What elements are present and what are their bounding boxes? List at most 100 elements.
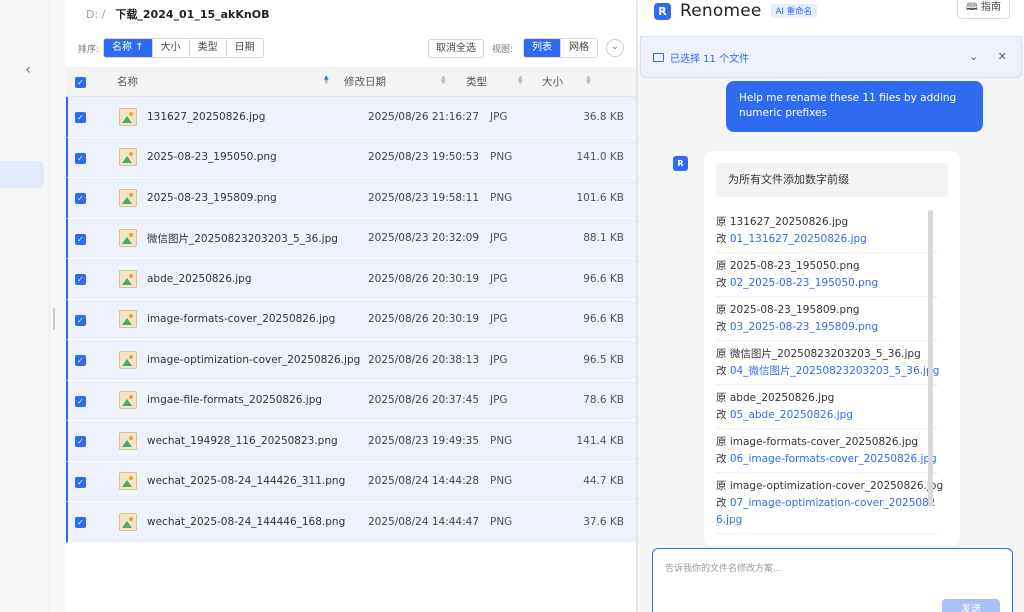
table-row[interactable]: ✓ wechat_194928_116_20250823.png 2025/08… bbox=[66, 421, 636, 462]
view-grid-button[interactable]: 网格 bbox=[561, 39, 597, 57]
list-item: 原 image-optimization-cover_20250826.jpg … bbox=[716, 475, 943, 534]
new-name: 01_131627_20250826.jpg bbox=[729, 233, 867, 245]
row-checkbox[interactable]: ✓ bbox=[75, 517, 86, 529]
file-name: wechat_2025-08-24_144446_168.png bbox=[147, 515, 346, 528]
list-item: 原 image-formats-cover_20250826.jpg 改 06_… bbox=[716, 431, 938, 473]
file-name: 2025-08-23_195050.png bbox=[147, 151, 277, 164]
table-row[interactable]: ✓ abde_20250826.jpg 2025/08/26 20:30:19 … bbox=[66, 259, 636, 300]
col-header-type[interactable]: 类型 ▲ ▼ bbox=[466, 74, 542, 89]
image-file-icon bbox=[119, 391, 137, 410]
col-header-name[interactable]: 名称 ▲ ▼ bbox=[92, 74, 344, 89]
row-checkbox[interactable]: ✓ bbox=[75, 274, 86, 286]
file-size: 96.6 KB bbox=[583, 272, 624, 285]
sort-arrows-icon: ▲ ▼ bbox=[586, 74, 591, 86]
rail-active-item[interactable] bbox=[0, 161, 44, 188]
assistant-response-card: 为所有文件添加数字前缀 原 131627_20250826.jpg 改 01_1… bbox=[704, 151, 960, 546]
guide-button[interactable]: 🕮 指南 bbox=[957, 0, 1010, 19]
list-item: 原 2025-08-23_195050.png 改 02_2025-08-23_… bbox=[716, 255, 938, 297]
file-size: 44.7 KB bbox=[583, 475, 624, 488]
toolbar: 排序: 名称 ↑ 大小 类型 日期 取消全选 视图: 列表 网格 ⌄ bbox=[66, 37, 636, 59]
view-list-button[interactable]: 列表 bbox=[524, 39, 561, 57]
send-button[interactable]: 发送 bbox=[942, 599, 1000, 612]
sort-arrows-icon: ▲ ▼ bbox=[324, 74, 329, 86]
original-name: 2025-08-23_195050.png bbox=[729, 260, 860, 272]
file-panel: D: / 下载_2024_01_15_akKnOB 排序: 名称 ↑ 大小 类型… bbox=[66, 0, 636, 612]
table-row[interactable]: ✓ wechat_2025-08-24_144426_311.png 2025/… bbox=[66, 461, 636, 502]
sort-by-size-button[interactable]: 大小 bbox=[152, 39, 190, 57]
file-date: 2025/08/26 21:16:27 bbox=[368, 110, 480, 123]
close-icon[interactable]: ✕ bbox=[998, 50, 1007, 63]
row-checkbox[interactable]: ✓ bbox=[75, 112, 86, 124]
new-name: 06_image-formats-cover_20250826.jpg bbox=[729, 453, 937, 465]
assistant-header: R Renomee AI 重命名 🕮 指南 bbox=[638, 0, 1024, 22]
book-icon: 🕮 bbox=[966, 2, 981, 13]
rename-preview-list: 原 131627_20250826.jpg 改 01_131627_202508… bbox=[716, 211, 943, 536]
table-row[interactable]: ✓ wechat_2025-08-24_144446_168.png 2025/… bbox=[66, 502, 636, 543]
row-checkbox[interactable]: ✓ bbox=[75, 436, 86, 448]
response-title: 为所有文件添加数字前缀 bbox=[716, 163, 948, 197]
app-logo: R bbox=[654, 2, 671, 20]
row-checkbox[interactable]: ✓ bbox=[75, 193, 86, 205]
chat-input[interactable]: 告诉我你的文件名修改方案... 发送 bbox=[652, 548, 1013, 612]
sort-by-date-button[interactable]: 日期 bbox=[226, 39, 263, 57]
row-checkbox[interactable]: ✓ bbox=[75, 395, 86, 407]
file-name: 131627_20250826.jpg bbox=[147, 110, 266, 123]
sort-by-name-button[interactable]: 名称 ↑ bbox=[104, 39, 153, 57]
table-row[interactable]: ✓ image-formats-cover_20250826.jpg 2025/… bbox=[66, 299, 636, 340]
original-name: 2025-08-23_195809.png bbox=[729, 304, 860, 316]
table-row[interactable]: ✓ 131627_20250826.jpg 2025/08/26 21:16:2… bbox=[66, 97, 636, 138]
file-date: 2025/08/26 20:30:19 bbox=[368, 272, 480, 285]
image-file-icon bbox=[119, 512, 137, 531]
row-checkbox[interactable]: ✓ bbox=[75, 152, 86, 164]
breadcrumb-drive[interactable]: D: / bbox=[86, 8, 105, 21]
file-date: 2025/08/26 20:38:13 bbox=[368, 353, 480, 366]
file-table-body: ✓ 131627_20250826.jpg 2025/08/26 21:16:2… bbox=[66, 97, 636, 543]
original-name: 微信图片_20250823203203_5_36.jpg bbox=[729, 348, 921, 360]
selection-count: 已选择 11 个文件 bbox=[670, 53, 750, 65]
image-file-icon bbox=[119, 269, 137, 288]
file-name: 微信图片_20250823203203_5_36.jpg bbox=[147, 232, 338, 245]
breadcrumb: D: / 下载_2024_01_15_akKnOB bbox=[66, 0, 636, 28]
file-size: 88.1 KB bbox=[583, 232, 624, 245]
collapse-chevron-icon[interactable]: ‹ bbox=[20, 62, 36, 78]
image-file-icon bbox=[119, 431, 137, 450]
select-all-checkbox[interactable]: ✓ bbox=[75, 77, 86, 88]
table-row[interactable]: ✓ image-optimization-cover_20250826.jpg … bbox=[66, 340, 636, 381]
new-name: 07_image-optimization-cover_20250826.jpg bbox=[716, 497, 936, 526]
table-row[interactable]: ✓ 微信图片_20250823203203_5_36.jpg 2025/08/2… bbox=[66, 218, 636, 259]
selection-bar: 已选择 11 个文件 ⌄ ✕ bbox=[640, 36, 1022, 78]
file-type: PNG bbox=[490, 151, 513, 164]
breadcrumb-folder[interactable]: 下载_2024_01_15_akKnOB bbox=[115, 6, 269, 22]
list-item: 原 131627_20250826.jpg 改 01_131627_202508… bbox=[716, 211, 938, 253]
image-file-icon bbox=[119, 472, 137, 491]
col-header-size[interactable]: 大小 ▲ ▼ bbox=[542, 74, 591, 89]
row-checkbox[interactable]: ✓ bbox=[75, 233, 86, 245]
image-file-icon bbox=[119, 148, 137, 167]
chevron-down-icon[interactable]: ⌄ bbox=[969, 50, 978, 63]
file-type: JPG bbox=[490, 232, 508, 245]
file-name: wechat_2025-08-24_144426_311.png bbox=[147, 475, 346, 488]
original-name: abde_20250826.jpg bbox=[729, 392, 835, 404]
file-type: PNG bbox=[490, 475, 513, 488]
sort-by-type-button[interactable]: 类型 bbox=[189, 39, 227, 57]
col-header-date[interactable]: 修改日期 ▲ ▼ bbox=[344, 74, 466, 89]
table-row[interactable]: ✓ 2025-08-23_195050.png 2025/08/23 19:50… bbox=[66, 137, 636, 178]
table-row[interactable]: ✓ imgae-file-formats_20250826.jpg 2025/0… bbox=[66, 380, 636, 421]
file-size: 37.6 KB bbox=[583, 515, 624, 528]
file-name: imgae-file-formats_20250826.jpg bbox=[147, 394, 323, 407]
row-checkbox[interactable]: ✓ bbox=[75, 355, 86, 367]
user-message: Help me rename these 11 files by adding … bbox=[726, 81, 983, 132]
resize-handle[interactable] bbox=[53, 308, 55, 330]
view-segment: 列表 网格 bbox=[523, 38, 598, 58]
row-checkbox[interactable]: ✓ bbox=[75, 476, 86, 488]
deselect-all-button[interactable]: 取消全选 bbox=[427, 38, 484, 58]
table-row[interactable]: ✓ 2025-08-23_195809.png 2025/08/23 19:58… bbox=[66, 178, 636, 219]
new-name: 05_abde_20250826.jpg bbox=[729, 409, 853, 421]
more-options-chevron-icon[interactable]: ⌄ bbox=[606, 39, 624, 57]
image-file-icon bbox=[119, 229, 137, 248]
file-type: JPG bbox=[490, 272, 508, 285]
row-checkbox[interactable]: ✓ bbox=[75, 314, 86, 326]
scrollbar[interactable] bbox=[928, 210, 933, 507]
ai-rename-badge: AI 重命名 bbox=[770, 4, 818, 18]
image-file-icon bbox=[119, 188, 137, 207]
